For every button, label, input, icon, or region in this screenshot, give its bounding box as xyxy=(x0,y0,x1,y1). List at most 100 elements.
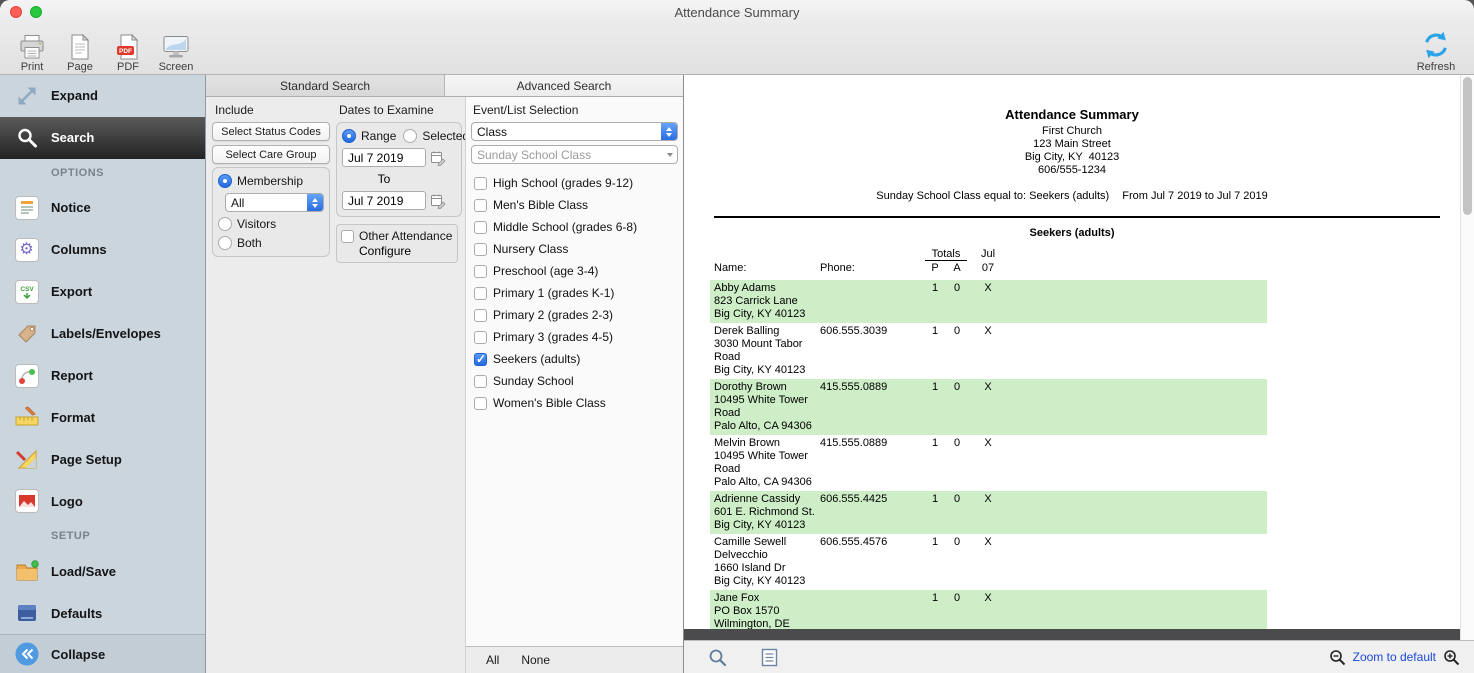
sidebar-item-label: Load/Save xyxy=(51,564,116,579)
logo-image-icon xyxy=(13,488,40,515)
sidebar-item-search[interactable]: Search xyxy=(0,117,205,159)
select-all-button[interactable]: All xyxy=(482,651,503,669)
window-controls xyxy=(10,6,42,18)
printer-icon xyxy=(18,30,46,60)
sidebar-item-label: Columns xyxy=(51,242,107,257)
select-care-group-button[interactable]: Select Care Group xyxy=(212,145,330,164)
event-type-select[interactable]: Class xyxy=(471,122,678,141)
row-attendance-mark: X xyxy=(968,282,1008,321)
checkbox-icon xyxy=(474,353,487,366)
sidebar-item-load-save[interactable]: Load/Save xyxy=(0,550,205,592)
sidebar-item-export[interactable]: CSV Export xyxy=(0,271,205,313)
sidebar-item-labels-envelopes[interactable]: Labels/Envelopes xyxy=(0,313,205,355)
toolbar: Print Page PDF PDF Screen xyxy=(0,24,1474,75)
tab-standard-search[interactable]: Standard Search xyxy=(206,75,445,96)
sidebar-item-label: Collapse xyxy=(51,647,105,662)
report-address-line2: Big City, KY 40123 xyxy=(684,151,1460,164)
membership-radio[interactable]: Membership xyxy=(218,174,324,188)
sidebar-item-defaults[interactable]: Defaults xyxy=(0,592,205,634)
report-row: Derek Balling3030 Mount Tabor RoadBig Ci… xyxy=(710,323,1267,379)
scrollbar-thumb[interactable] xyxy=(1463,77,1472,215)
sidebar-item-expand[interactable]: Expand xyxy=(0,75,205,117)
visitors-radio[interactable]: Visitors xyxy=(218,217,324,231)
both-radio[interactable]: Both xyxy=(218,236,324,250)
class-checkbox-item[interactable]: Sunday School xyxy=(474,370,683,392)
class-checkbox-item[interactable]: Primary 1 (grades K-1) xyxy=(474,282,683,304)
zoom-out-icon[interactable] xyxy=(1329,649,1346,666)
expand-icon xyxy=(13,82,40,109)
class-checkbox-item[interactable]: Primary 3 (grades 4-5) xyxy=(474,326,683,348)
class-list: High School (grades 9-12) Men's Bible Cl… xyxy=(466,168,683,646)
class-checkbox-item[interactable]: Preschool (age 3-4) xyxy=(474,260,683,282)
from-date-input[interactable]: Jul 7 2019 xyxy=(342,148,426,167)
page-button[interactable]: Page xyxy=(58,25,102,73)
class-checkbox-label: Men's Bible Class xyxy=(493,198,588,212)
screen-button[interactable]: Screen xyxy=(154,25,198,73)
class-checkbox-label: Nursery Class xyxy=(493,242,568,256)
row-present-count: 1 xyxy=(924,493,946,532)
row-name-address: Melvin Brown10495 White TowerRoadPalo Al… xyxy=(714,437,820,489)
row-absent-count: 0 xyxy=(946,325,968,377)
sidebar-item-report[interactable]: Report xyxy=(0,355,205,397)
magnifier-icon[interactable] xyxy=(708,648,727,667)
selected-radio[interactable]: Selected xyxy=(403,129,469,143)
row-attendance-mark: X xyxy=(968,536,1008,588)
other-attendance-checkbox[interactable]: Other Attendance xyxy=(341,229,453,243)
row-present-count: 1 xyxy=(924,437,946,489)
to-date-input[interactable]: Jul 7 2019 xyxy=(342,191,426,210)
sidebar-item-logo[interactable]: Logo xyxy=(0,480,205,522)
report-section-title: Seekers (adults) xyxy=(684,227,1460,239)
absent-header: A xyxy=(946,262,968,274)
class-checkbox-item[interactable]: High School (grades 9-12) xyxy=(474,172,683,194)
select-none-button[interactable]: None xyxy=(517,651,554,669)
class-category-select[interactable]: Sunday School Class xyxy=(471,145,678,164)
collapse-icon xyxy=(13,641,40,668)
calendar-picker-icon[interactable] xyxy=(429,149,446,166)
calendar-picker-icon[interactable] xyxy=(429,192,446,209)
class-checkbox-item[interactable]: Seekers (adults) xyxy=(474,348,683,370)
class-checkbox-item[interactable]: Nursery Class xyxy=(474,238,683,260)
zoom-window-button[interactable] xyxy=(30,6,42,18)
class-checkbox-item[interactable]: Men's Bible Class xyxy=(474,194,683,216)
class-checkbox-item[interactable]: Middle School (grades 6-8) xyxy=(474,216,683,238)
zoom-in-icon[interactable] xyxy=(1443,649,1460,666)
report-address-line1: 123 Main Street xyxy=(684,138,1460,151)
date-day-header: 07 xyxy=(968,262,1008,274)
checkbox-icon xyxy=(474,199,487,212)
sidebar-item-format[interactable]: Format xyxy=(0,397,205,439)
pdf-button[interactable]: PDF PDF xyxy=(106,25,150,73)
configure-button[interactable]: Configure xyxy=(359,244,411,258)
svg-text:CSV: CSV xyxy=(20,286,34,293)
zoom-to-default-link[interactable]: Zoom to default xyxy=(1353,650,1436,664)
checkbox-icon xyxy=(474,375,487,388)
row-attendance-mark: X xyxy=(968,437,1008,489)
print-button[interactable]: Print xyxy=(10,25,54,73)
present-header: P xyxy=(924,262,946,274)
sidebar-item-label: Export xyxy=(51,284,92,299)
report-row: Dorothy Brown10495 White TowerRoadPalo A… xyxy=(710,379,1267,435)
scrollbar[interactable] xyxy=(1460,75,1474,640)
chevron-down-icon xyxy=(662,146,677,163)
sidebar-item-page-setup[interactable]: Page Setup xyxy=(0,438,205,480)
sidebar-item-columns[interactable]: ⚙ Columns xyxy=(0,229,205,271)
class-checkbox-item[interactable]: Women's Bible Class xyxy=(474,392,683,414)
report-row: Abby Adams823 Carrick LaneBig City, KY 4… xyxy=(710,280,1267,323)
search-panel: Standard Search Advanced Search Include … xyxy=(206,75,683,673)
close-window-button[interactable] xyxy=(10,6,22,18)
search-tabs: Standard Search Advanced Search xyxy=(206,75,683,97)
membership-radio-label: Membership xyxy=(237,174,303,188)
report-list-icon[interactable] xyxy=(761,648,778,667)
toolbar-left-group: Print Page PDF PDF Screen xyxy=(10,25,198,73)
range-radio[interactable]: Range xyxy=(342,129,396,143)
row-name-address: Camille SewellDelvecchio1660 Island DrBi… xyxy=(714,536,820,588)
row-name-address: Abby Adams823 Carrick LaneBig City, KY 4… xyxy=(714,282,820,321)
phone-header: Phone: xyxy=(820,262,924,274)
class-checkbox-item[interactable]: Primary 2 (grades 2-3) xyxy=(474,304,683,326)
refresh-button[interactable]: Refresh xyxy=(1414,25,1458,73)
membership-select[interactable]: All xyxy=(225,193,324,212)
sidebar-item-notice[interactable]: Notice xyxy=(0,187,205,229)
row-name-address: Derek Balling3030 Mount Tabor RoadBig Ci… xyxy=(714,325,820,377)
select-status-codes-button[interactable]: Select Status Codes xyxy=(212,122,330,141)
sidebar-item-collapse[interactable]: Collapse xyxy=(0,634,205,673)
tab-advanced-search[interactable]: Advanced Search xyxy=(445,75,683,96)
